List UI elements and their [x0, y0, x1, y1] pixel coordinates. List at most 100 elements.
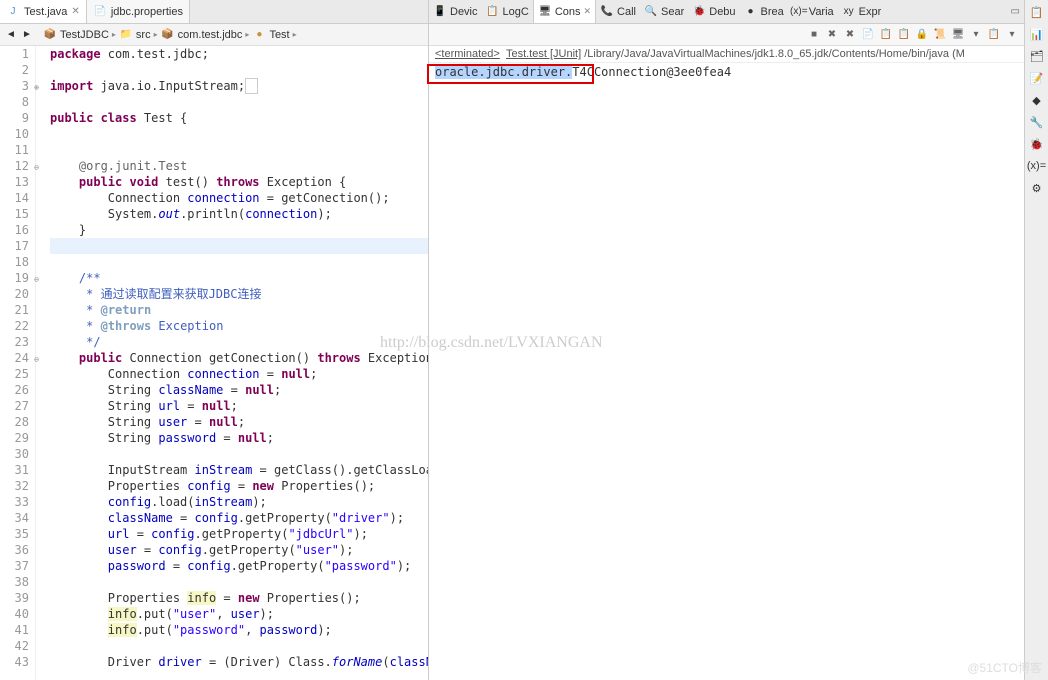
- view-tab[interactable]: (x)=Varia: [788, 0, 838, 23]
- code-line[interactable]: public class Test {: [50, 110, 428, 126]
- code-line[interactable]: info.put("user", user);: [50, 606, 428, 622]
- toolbar-button[interactable]: ■: [806, 27, 822, 43]
- view-tab[interactable]: 🐞Debu: [688, 0, 739, 23]
- code-line[interactable]: public Connection getConection() throws …: [50, 350, 428, 366]
- toolbar-button[interactable]: 🖥: [950, 27, 966, 43]
- code-line[interactable]: import java.io.InputStream;: [50, 78, 428, 94]
- view-tab[interactable]: 🔍Sear: [640, 0, 688, 23]
- code-line[interactable]: }: [50, 222, 428, 238]
- minimize-icon[interactable]: ▭: [1007, 6, 1024, 17]
- toolbar-button[interactable]: 🔒: [914, 27, 930, 43]
- editor-pane: JTest.java✕📄jdbc.properties ◄ ► 📦TestJDB…: [0, 0, 429, 680]
- code-line[interactable]: InputStream inStream = getClass().getCla…: [50, 462, 428, 478]
- sidebar-tool-icon[interactable]: 🔧: [1029, 114, 1045, 130]
- code-line[interactable]: String password = null;: [50, 430, 428, 446]
- toolbar-button[interactable]: 📜: [932, 27, 948, 43]
- bc-icon: ●: [252, 28, 266, 42]
- view-tab[interactable]: 📞Call: [596, 0, 640, 23]
- nav-back-icon[interactable]: ◄: [4, 28, 18, 42]
- toolbar-button[interactable]: 📋: [878, 27, 894, 43]
- editor-tab[interactable]: JTest.java✕: [0, 0, 87, 23]
- line-number: 35: [0, 526, 29, 542]
- terminated-label: <terminated>: [435, 48, 500, 60]
- code-line[interactable]: /**: [50, 270, 428, 286]
- sidebar-tool-icon[interactable]: 📝: [1029, 70, 1045, 86]
- code-line[interactable]: String user = null;: [50, 414, 428, 430]
- code-line[interactable]: public void test() throws Exception {: [50, 174, 428, 190]
- bc-icon: 📦: [161, 28, 175, 42]
- code-line[interactable]: System.out.println(connection);: [50, 206, 428, 222]
- editor-tab[interactable]: 📄jdbc.properties: [87, 0, 190, 23]
- toolbar-button[interactable]: 📋: [986, 27, 1002, 43]
- view-icon: 🐞: [692, 5, 706, 19]
- code-line[interactable]: [50, 446, 428, 462]
- code-line[interactable]: config.load(inStream);: [50, 494, 428, 510]
- code-line[interactable]: */: [50, 334, 428, 350]
- file-icon: J: [6, 5, 20, 19]
- breadcrumb-item[interactable]: ●Test: [249, 28, 292, 42]
- view-label: Expr: [859, 6, 882, 18]
- view-tab[interactable]: 📱Devic: [429, 0, 482, 23]
- sidebar-tool-icon[interactable]: 🗂: [1029, 48, 1045, 64]
- code-line[interactable]: String url = null;: [50, 398, 428, 414]
- code-line[interactable]: [50, 238, 428, 254]
- code-line[interactable]: * @return: [50, 302, 428, 318]
- toolbar-button[interactable]: 📋: [896, 27, 912, 43]
- code-line[interactable]: * 通过读取配置来获取JDBC连接: [50, 286, 428, 302]
- code-line[interactable]: className = config.getProperty("driver")…: [50, 510, 428, 526]
- breadcrumb-item[interactable]: 📦com.test.jdbc: [158, 28, 246, 42]
- sidebar-tool-icon[interactable]: 📋: [1029, 4, 1045, 20]
- view-tab[interactable]: xyExpr: [838, 0, 886, 23]
- code-editor[interactable]: 123⊕89101112⊖13141516171819⊖2021222324⊖2…: [0, 46, 428, 680]
- view-tab[interactable]: 📋LogC: [482, 0, 533, 23]
- sidebar-tool-icon[interactable]: (x)=: [1029, 158, 1045, 174]
- nav-fwd-icon[interactable]: ►: [20, 28, 34, 42]
- view-tab[interactable]: ●Brea: [740, 0, 788, 23]
- code-line[interactable]: user = config.getProperty("user");: [50, 542, 428, 558]
- code-line[interactable]: Connection connection = getConection();: [50, 190, 428, 206]
- fold-toggle[interactable]: ⊖: [30, 352, 39, 361]
- code-line[interactable]: * @throws Exception: [50, 318, 428, 334]
- code-line[interactable]: @org.junit.Test: [50, 158, 428, 174]
- close-icon[interactable]: ✕: [71, 6, 79, 17]
- code-line[interactable]: Driver driver = (Driver) Class.forName(c…: [50, 654, 428, 670]
- sidebar-tool-icon[interactable]: 🐞: [1029, 136, 1045, 152]
- code-line[interactable]: package com.test.jdbc;: [50, 46, 428, 62]
- console-output[interactable]: oracle.jdbc.driver.T4CConnection@3ee0fea…: [429, 63, 1024, 680]
- line-number: 11: [0, 142, 29, 158]
- code-line[interactable]: info.put("password", password);: [50, 622, 428, 638]
- code-line[interactable]: password = config.getProperty("password"…: [50, 558, 428, 574]
- toolbar-button[interactable]: ✖: [842, 27, 858, 43]
- code-line[interactable]: [50, 638, 428, 654]
- view-tabs: 📱Devic📋LogC🖥Cons✕📞Call🔍Sear🐞Debu●Brea(x)…: [429, 0, 1024, 24]
- fold-toggle[interactable]: ⊖: [30, 272, 39, 281]
- code-line[interactable]: Properties info = new Properties();: [50, 590, 428, 606]
- code-line[interactable]: [50, 574, 428, 590]
- code-line[interactable]: Connection connection = null;: [50, 366, 428, 382]
- breadcrumb-item[interactable]: 📁src: [116, 28, 154, 42]
- breadcrumb-item[interactable]: 📦TestJDBC: [40, 28, 112, 42]
- launch-path: /Library/Java/JavaVirtualMachines/jdk1.8…: [581, 48, 965, 60]
- view-tab[interactable]: 🖥Cons✕: [533, 0, 596, 23]
- code-line[interactable]: [50, 126, 428, 142]
- fold-toggle[interactable]: ⊖: [30, 160, 39, 169]
- toolbar-button[interactable]: ▾: [968, 27, 984, 43]
- sidebar-tool-icon[interactable]: 📊: [1029, 26, 1045, 42]
- toolbar-button[interactable]: ▾: [1004, 27, 1020, 43]
- code-line[interactable]: url = config.getProperty("jdbcUrl");: [50, 526, 428, 542]
- toolbar-button[interactable]: 📄: [860, 27, 876, 43]
- code-line[interactable]: String className = null;: [50, 382, 428, 398]
- code-line[interactable]: [50, 94, 428, 110]
- view-icon: 📞: [600, 5, 614, 19]
- code-line[interactable]: [50, 62, 428, 78]
- view-icon: 🖥: [538, 5, 552, 19]
- toolbar-button[interactable]: ✖: [824, 27, 840, 43]
- close-icon[interactable]: ✕: [584, 6, 592, 17]
- fold-toggle[interactable]: ⊕: [30, 80, 39, 89]
- sidebar-tool-icon[interactable]: ◆: [1029, 92, 1045, 108]
- code-line[interactable]: [50, 254, 428, 270]
- sidebar-tool-icon[interactable]: ⚙: [1029, 180, 1045, 196]
- code-line[interactable]: Properties config = new Properties();: [50, 478, 428, 494]
- view-label: Call: [617, 6, 636, 18]
- code-line[interactable]: [50, 142, 428, 158]
